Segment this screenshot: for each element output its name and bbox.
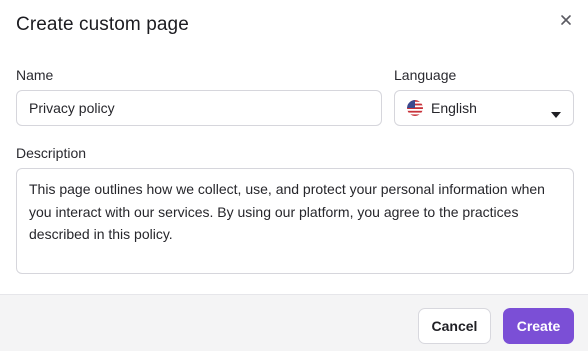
create-button[interactable]: Create [503, 308, 574, 344]
description-textarea[interactable]: This page outlines how we collect, use, … [16, 168, 574, 274]
dialog-title: Create custom page [16, 14, 189, 35]
language-label: Language [394, 67, 457, 83]
us-flag-icon [407, 100, 423, 116]
language-select[interactable]: English [394, 90, 574, 126]
language-value: English [431, 100, 477, 116]
name-label: Name [16, 67, 54, 83]
description-label: Description [16, 145, 87, 161]
chevron-down-icon [551, 105, 561, 118]
dialog-footer: Cancel Create [0, 294, 588, 351]
close-icon[interactable] [558, 12, 574, 28]
cancel-button[interactable]: Cancel [418, 308, 491, 344]
name-input[interactable]: Privacy policy [16, 90, 382, 126]
create-custom-page-dialog: Create custom page Name Privacy policy L… [0, 0, 588, 351]
